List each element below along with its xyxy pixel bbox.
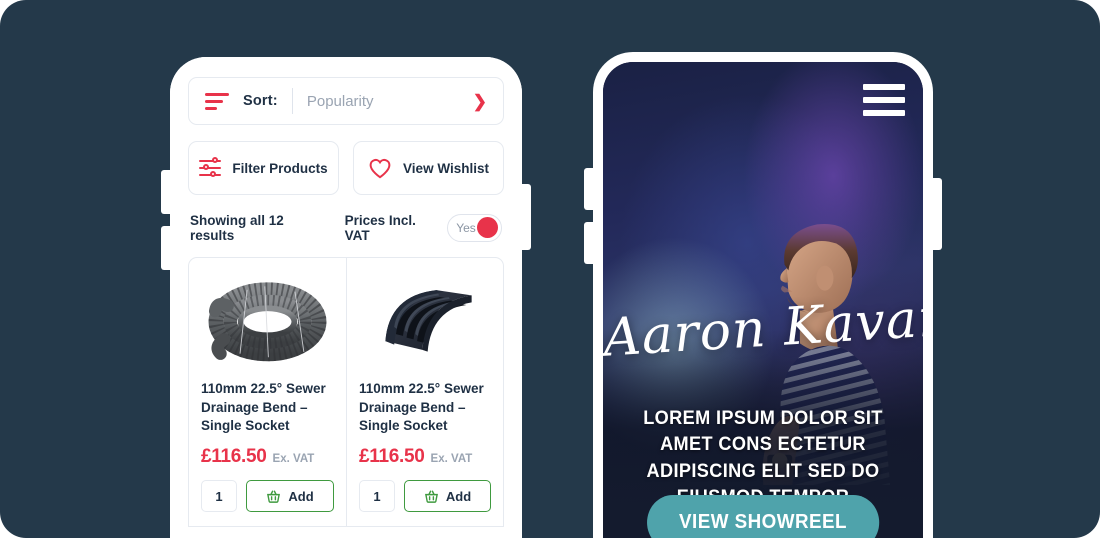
left-phone-device: Sort: Popularity ❯ Filter Products View … [170,57,522,538]
quantity-stepper[interactable]: 1 [201,480,237,512]
right-phone-device: Aaron Kavanagh LOREM IPSUM DOLOR SIT AME… [593,52,933,538]
results-row: Showing all 12 results Prices Incl. VAT … [190,213,502,243]
sort-bar[interactable]: Sort: Popularity ❯ [188,77,504,125]
product-image-drainage-grate [359,270,491,370]
view-wishlist-label: View Wishlist [403,160,489,176]
add-to-cart-button[interactable]: Add [404,480,491,512]
product-price: £116.50 [359,446,425,467]
product-grid: 110mm 22.5° Sewer Drainage Bend – Single… [188,257,504,527]
vat-label: Prices Incl. VAT [344,213,416,243]
product-title[interactable]: 110mm 22.5° Sewer Drainage Bend – Single… [201,380,334,436]
hamburger-menu-icon[interactable] [863,84,905,116]
add-to-cart-button[interactable]: Add [246,480,334,512]
product-card[interactable]: 110mm 22.5° Sewer Drainage Bend – Single… [188,257,346,527]
heart-icon [368,158,392,179]
add-to-cart-label: Add [445,488,472,504]
product-buy-row: 1 Add [359,480,491,512]
vat-toggle-value: Yes [456,221,476,235]
toggle-knob[interactable] [477,217,498,238]
product-image-coiled-pipe [201,270,334,370]
chevron-down-icon[interactable]: ❯ [473,93,487,110]
product-price-suffix: Ex. VAT [272,453,315,465]
right-phone-power-button[interactable] [932,178,942,250]
product-price-row: £116.50 Ex. VAT [201,446,334,468]
sort-value[interactable]: Popularity [307,93,473,110]
product-buy-row: 1 Add [201,480,334,512]
sort-label: Sort: [243,93,278,109]
product-card[interactable]: 110mm 22.5° Sewer Drainage Bend – Single… [346,257,504,527]
basket-icon [424,489,439,504]
filter-products-button[interactable]: Filter Products [188,141,339,195]
canvas: Sort: Popularity ❯ Filter Products View … [0,0,1100,538]
results-count: Showing all 12 results [190,213,284,243]
sort-icon [205,92,229,110]
filter-sliders-icon [199,157,222,178]
vat-toggle[interactable]: Yes [447,214,502,242]
basket-icon [266,489,281,504]
left-phone-screen: Sort: Popularity ❯ Filter Products View … [170,57,522,538]
quantity-stepper[interactable]: 1 [359,480,395,512]
action-button-row: Filter Products View Wishlist [188,141,504,195]
product-price-suffix: Ex. VAT [430,453,473,465]
product-price: £116.50 [201,446,267,467]
filter-products-label: Filter Products [232,160,328,176]
add-to-cart-label: Add [288,488,314,504]
product-title[interactable]: 110mm 22.5° Sewer Drainage Bend – Single… [359,380,491,436]
view-showreel-button[interactable]: VIEW SHOWREEL [647,495,879,538]
right-phone-screen: Aaron Kavanagh LOREM IPSUM DOLOR SIT AME… [603,62,923,538]
divider [291,88,293,114]
product-price-row: £116.50 Ex. VAT [359,446,491,468]
view-wishlist-button[interactable]: View Wishlist [353,141,504,195]
